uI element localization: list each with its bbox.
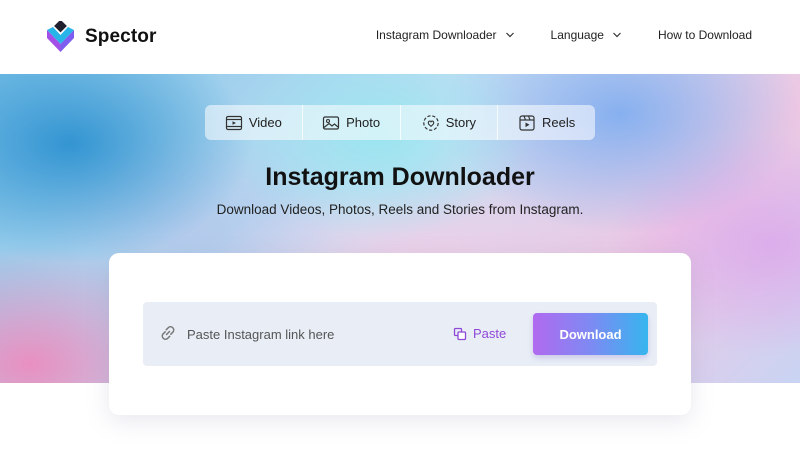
download-card: Paste Download bbox=[109, 253, 691, 415]
nav-item-label: Instagram Downloader bbox=[375, 28, 497, 42]
main-nav: Instagram Downloader Language How to Dow… bbox=[376, 28, 752, 42]
tab-label: Reels bbox=[542, 115, 576, 130]
instagram-link-input[interactable] bbox=[187, 322, 437, 346]
site-header: Spector Instagram Downloader Language Ho… bbox=[0, 0, 800, 74]
nav-instagram-downloader[interactable]: Instagram Downloader bbox=[376, 28, 515, 42]
link-icon bbox=[161, 326, 175, 340]
brand-name: Spector bbox=[85, 26, 157, 47]
brand-logo[interactable]: Spector bbox=[46, 21, 156, 53]
tab-reels[interactable]: Reels bbox=[497, 105, 595, 140]
spector-logo-icon bbox=[47, 21, 74, 52]
media-type-tabs: Video Photo Story Reels bbox=[205, 105, 595, 140]
nav-language[interactable]: Language bbox=[551, 28, 622, 42]
paste-button[interactable]: Paste bbox=[453, 326, 506, 341]
story-icon bbox=[422, 114, 439, 131]
page-subtitle: Download Videos, Photos, Reels and Stori… bbox=[216, 202, 584, 217]
nav-item-label: How to Download bbox=[657, 28, 752, 42]
page-title: Instagram Downloader bbox=[265, 163, 535, 191]
tab-label: Photo bbox=[346, 115, 381, 130]
reels-icon bbox=[519, 114, 535, 131]
tab-video[interactable]: Video bbox=[205, 105, 302, 140]
download-button[interactable]: Download bbox=[533, 313, 648, 355]
paste-label: Paste bbox=[473, 326, 507, 341]
tab-label: Video bbox=[248, 115, 282, 130]
paste-icon bbox=[453, 327, 467, 340]
photo-icon bbox=[323, 115, 340, 130]
nav-item-label: Language bbox=[550, 28, 604, 42]
chevron-down-icon bbox=[613, 32, 621, 38]
tab-photo[interactable]: Photo bbox=[301, 105, 400, 140]
link-input-container: Paste Download bbox=[143, 302, 657, 366]
tab-story[interactable]: Story bbox=[399, 105, 498, 140]
tab-label: Story bbox=[445, 115, 477, 130]
video-icon bbox=[225, 115, 242, 130]
chevron-down-icon bbox=[505, 32, 514, 38]
nav-how-to-download[interactable]: How to Download bbox=[658, 28, 752, 42]
